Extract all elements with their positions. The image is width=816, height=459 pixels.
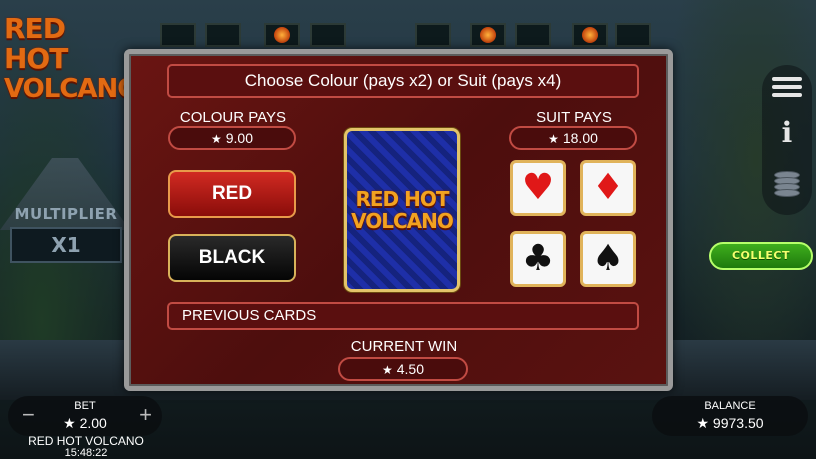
- reel-top-cell: [572, 23, 608, 47]
- reel-top-cell: [615, 23, 651, 47]
- current-win-value: ★ 4.50: [338, 357, 468, 381]
- card-back: RED HOT VOLCANO: [344, 128, 460, 292]
- reel-top-cell: [264, 23, 300, 47]
- bet-panel: − BET ★ 2.00 +: [8, 396, 162, 436]
- reel-top-cell: [205, 23, 241, 47]
- spades-icon: ♠: [591, 238, 625, 279]
- colour-pays-label: COLOUR PAYS: [179, 109, 287, 126]
- balance-amount: 9973.50: [712, 415, 764, 431]
- card-logo: RED HOT VOLCANO: [351, 187, 454, 233]
- reel-top-cell: [160, 23, 196, 47]
- hamburger-icon[interactable]: [772, 73, 802, 101]
- reel-top-cell: [470, 23, 506, 47]
- previous-cards-bar: PREVIOUS CARDS: [167, 302, 639, 330]
- star-icon: ★: [63, 415, 76, 431]
- spades-button[interactable]: ♠: [580, 231, 636, 287]
- clubs-button[interactable]: ♣: [510, 231, 566, 287]
- game-logo: RED HOT VOLCANO: [4, 12, 139, 105]
- red-button[interactable]: RED: [168, 170, 296, 218]
- diamonds-button[interactable]: ♦: [580, 160, 636, 216]
- reel-top-cell: [515, 23, 551, 47]
- collect-button[interactable]: COLLECT: [709, 242, 813, 270]
- reel-top-cell: [415, 23, 451, 47]
- game-logo-line1: RED HOT: [4, 12, 68, 75]
- info-icon[interactable]: i: [772, 119, 802, 147]
- card-logo-line1: RED HOT: [355, 187, 449, 211]
- clock: 15:48:22: [64, 447, 108, 459]
- card-logo-line2: VOLCANO: [351, 209, 454, 233]
- hearts-button[interactable]: ♥: [510, 160, 566, 216]
- star-icon: ★: [696, 415, 710, 431]
- game-name: RED HOT VOLCANO: [28, 434, 144, 448]
- game-logo-line2: VOLCANO: [4, 74, 139, 104]
- star-icon: ★: [210, 132, 222, 146]
- suit-pays-amount: 18.00: [562, 130, 598, 146]
- multiplier-value: X1: [10, 227, 122, 263]
- bet-increase-button[interactable]: +: [139, 400, 152, 430]
- colour-pays-amount: 9.00: [225, 130, 253, 146]
- suit-pays-value: ★ 18.00: [509, 126, 637, 150]
- star-icon: ★: [548, 132, 559, 146]
- star-icon: ★: [381, 363, 393, 377]
- current-win-label: CURRENT WIN: [350, 338, 458, 355]
- side-menu: i: [762, 65, 812, 215]
- multiplier-label: MULTIPLIER: [14, 205, 118, 223]
- current-win-amount: 4.50: [396, 361, 424, 377]
- gamble-header: Choose Colour (pays x2) or Suit (pays x4…: [167, 64, 639, 98]
- clubs-icon: ♣: [521, 238, 555, 279]
- gamble-panel: Choose Colour (pays x2) or Suit (pays x4…: [124, 49, 673, 391]
- balance-panel: BALANCE ★ 9973.50: [652, 396, 808, 436]
- balance-value: ★ 9973.50: [652, 415, 808, 432]
- bet-amount: 2.00: [79, 415, 107, 431]
- coin-stack-icon[interactable]: [772, 171, 802, 201]
- balance-label: BALANCE: [704, 400, 756, 412]
- diamonds-icon: ♦: [591, 167, 625, 208]
- multiplier-display: MULTIPLIER X1: [10, 205, 122, 267]
- reel-top-cell: [310, 23, 346, 47]
- hearts-icon: ♥: [521, 167, 555, 208]
- black-button[interactable]: BLACK: [168, 234, 296, 282]
- colour-pays-value: ★ 9.00: [168, 126, 296, 150]
- suit-pays-label: SUIT PAYS: [536, 109, 612, 126]
